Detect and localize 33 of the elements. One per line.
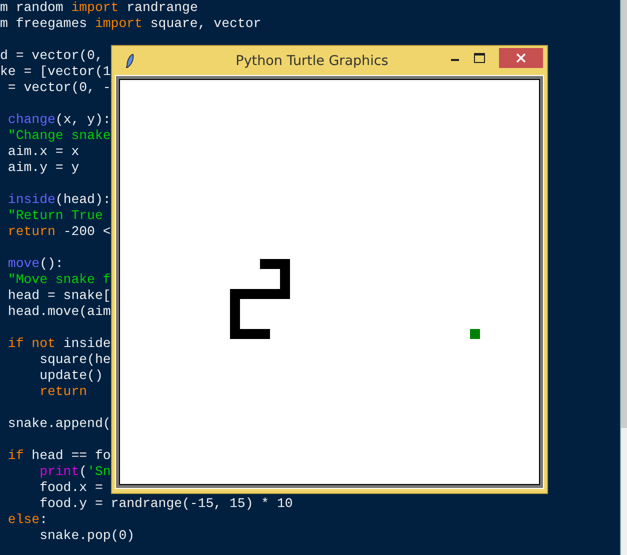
code-line: square(he [38, 352, 111, 368]
code-line: aim.x = x [6, 144, 80, 160]
code-line: print('Sn [38, 464, 111, 480]
code-line: "Change snake [6, 128, 111, 144]
code-line: ke = [vector(1 [0, 64, 111, 80]
code-line: if not inside [6, 336, 111, 352]
close-button[interactable] [499, 48, 543, 68]
food-square [470, 329, 480, 339]
code-line: head = snake[ [6, 288, 111, 304]
code-line: else: [6, 512, 48, 528]
code-line: food.y = randrange(-15, 15) * 10 [38, 496, 293, 512]
code-line: food.x = [38, 480, 104, 496]
code-line: snake.append( [6, 416, 111, 432]
code-line: return [38, 384, 88, 400]
code-line: aim.y = y [6, 160, 80, 176]
maximize-icon[interactable] [474, 53, 485, 63]
code-line: if head == fo [6, 448, 111, 464]
code-line: m freegames import square, vector [0, 16, 262, 32]
code-line: inside(head): [6, 192, 111, 208]
code-line: m random import randrange [0, 0, 198, 16]
code-line: = vector(0, - [6, 80, 111, 96]
code-line: change(x, y): [6, 112, 111, 128]
close-icon[interactable] [516, 53, 526, 63]
code-line: head.move(aim [6, 304, 111, 320]
code-line: snake.pop(0) [38, 528, 135, 544]
code-line: move(): [6, 256, 64, 272]
window-title: Python Turtle Graphics [234, 53, 390, 69]
code-line: "Return True [6, 208, 103, 224]
code-line: d = vector(0, [0, 48, 103, 64]
code-line: "Move snake f [6, 272, 111, 288]
code-line: return -200 < [6, 224, 111, 240]
code-line: update() [38, 368, 103, 384]
feather-icon [126, 54, 134, 68]
